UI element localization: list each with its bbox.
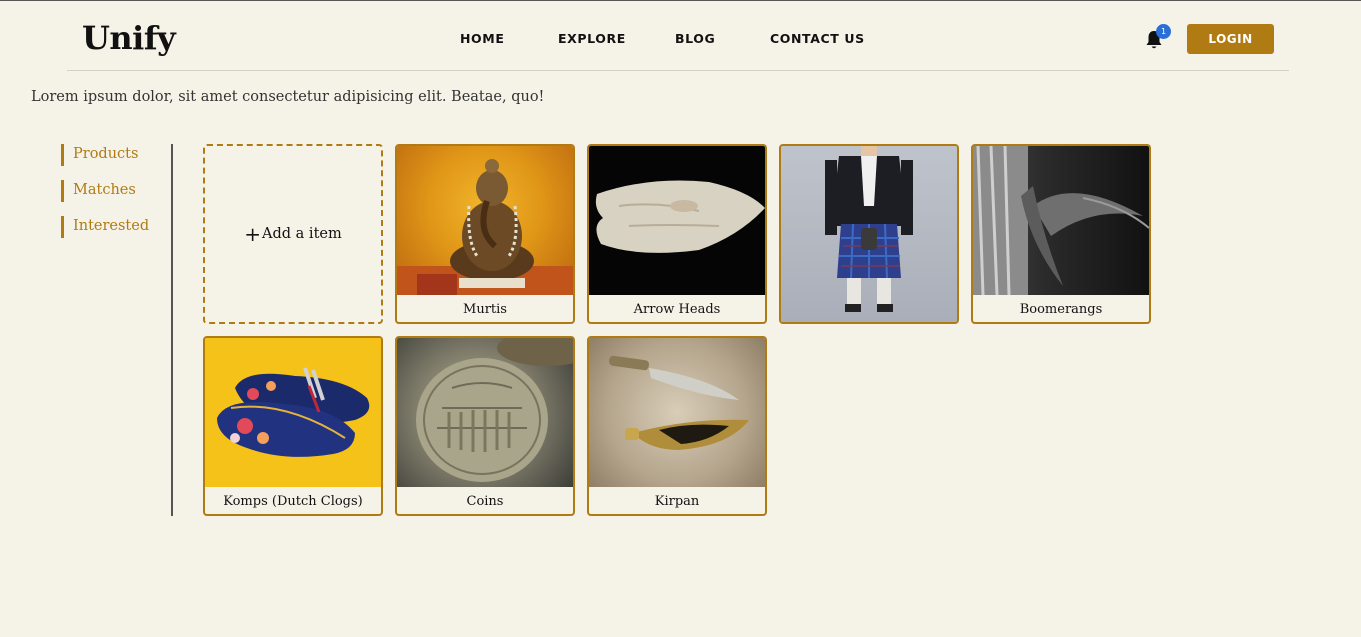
product-card-murtis[interactable]: Murtis bbox=[395, 144, 575, 324]
nav-home[interactable]: HOME bbox=[460, 31, 504, 46]
arrow-heads-image bbox=[589, 146, 765, 295]
nav-blog[interactable]: BLOG bbox=[675, 31, 715, 46]
notification-badge: 1 bbox=[1156, 24, 1171, 39]
card-caption: Arrow Heads bbox=[633, 302, 721, 317]
product-card-dutch-clogs[interactable]: Komps (Dutch Clogs) bbox=[203, 336, 383, 516]
product-card-kirpan[interactable]: Kirpan bbox=[587, 336, 767, 516]
coins-image bbox=[397, 338, 573, 487]
logo[interactable]: Unify bbox=[82, 19, 176, 57]
product-card-coins[interactable]: Coins bbox=[395, 336, 575, 516]
sidebar: Products Matches Interested bbox=[61, 144, 149, 252]
header: Unify HOME EXPLORE BLOG CONTACT US 1 LOG… bbox=[67, 1, 1289, 71]
card-caption: Boomerangs bbox=[1019, 302, 1103, 317]
card-caption: Murtis bbox=[463, 302, 507, 317]
sidebar-item-interested[interactable]: Interested bbox=[61, 216, 149, 238]
product-card-arrow-heads[interactable]: Arrow Heads bbox=[587, 144, 767, 324]
product-card-kilt[interactable] bbox=[779, 144, 959, 324]
kilt-image bbox=[781, 146, 957, 322]
intro-text: Lorem ipsum dolor, sit amet consectetur … bbox=[31, 89, 545, 105]
card-caption: Coins bbox=[466, 494, 504, 509]
product-grid: + Add a item Murtis Arrow Heads Boomeran… bbox=[203, 144, 1163, 516]
nav-explore[interactable]: EXPLORE bbox=[558, 31, 626, 46]
add-item-button[interactable]: + Add a item bbox=[203, 144, 383, 324]
product-card-boomerangs[interactable]: Boomerangs bbox=[971, 144, 1151, 324]
card-caption: Komps (Dutch Clogs) bbox=[223, 494, 363, 509]
sidebar-item-products[interactable]: Products bbox=[61, 144, 149, 166]
card-caption: Kirpan bbox=[654, 494, 700, 509]
boomerangs-image bbox=[973, 146, 1149, 295]
plus-icon: + bbox=[244, 222, 262, 246]
login-button[interactable]: LOGIN bbox=[1187, 24, 1274, 54]
sidebar-divider bbox=[171, 144, 173, 516]
sidebar-item-matches[interactable]: Matches bbox=[61, 180, 149, 202]
kirpan-image bbox=[589, 338, 765, 487]
nav-contact-us[interactable]: CONTACT US bbox=[770, 31, 865, 46]
dutch-clogs-image bbox=[205, 338, 381, 487]
murtis-image bbox=[397, 146, 573, 295]
add-item-label: Add a item bbox=[262, 226, 342, 242]
